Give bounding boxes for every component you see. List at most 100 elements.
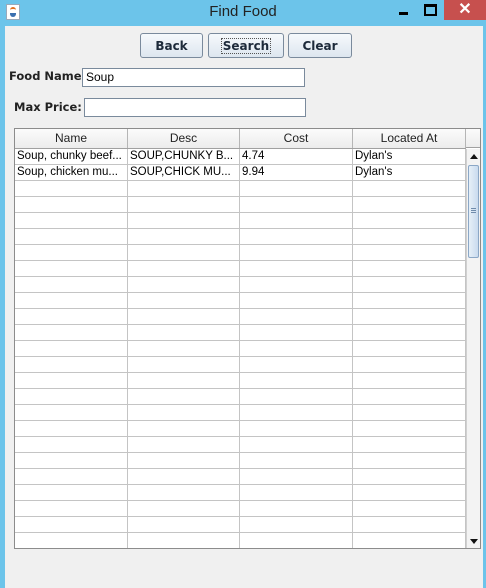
empty-cell[interactable]: [240, 517, 353, 532]
empty-cell[interactable]: [353, 197, 466, 212]
empty-table-row[interactable]: [15, 309, 466, 325]
empty-cell[interactable]: [15, 213, 128, 228]
empty-cell[interactable]: [15, 421, 128, 436]
empty-cell[interactable]: [15, 453, 128, 468]
empty-cell[interactable]: [15, 341, 128, 356]
empty-cell[interactable]: [353, 389, 466, 404]
empty-cell[interactable]: [128, 517, 240, 532]
table-row[interactable]: Soup, chicken mu... SOUP,CHICK MU... 9.9…: [15, 165, 466, 181]
empty-cell[interactable]: [240, 197, 353, 212]
empty-cell[interactable]: [128, 197, 240, 212]
empty-cell[interactable]: [353, 405, 466, 420]
empty-cell[interactable]: [128, 181, 240, 196]
empty-cell[interactable]: [353, 181, 466, 196]
empty-table-row[interactable]: [15, 469, 466, 485]
empty-cell[interactable]: [128, 501, 240, 516]
empty-cell[interactable]: [15, 277, 128, 292]
empty-cell[interactable]: [15, 389, 128, 404]
empty-cell[interactable]: [353, 277, 466, 292]
empty-cell[interactable]: [128, 341, 240, 356]
empty-table-row[interactable]: [15, 341, 466, 357]
empty-table-row[interactable]: [15, 517, 466, 533]
empty-cell[interactable]: [128, 421, 240, 436]
empty-table-row[interactable]: [15, 181, 466, 197]
maximize-button[interactable]: [417, 0, 443, 20]
empty-cell[interactable]: [15, 469, 128, 484]
cell-desc[interactable]: SOUP,CHUNKY B...: [128, 149, 240, 164]
empty-table-row[interactable]: [15, 229, 466, 245]
empty-cell[interactable]: [128, 325, 240, 340]
empty-table-row[interactable]: [15, 485, 466, 501]
cell-desc[interactable]: SOUP,CHICK MU...: [128, 165, 240, 180]
empty-cell[interactable]: [353, 517, 466, 532]
empty-cell[interactable]: [240, 533, 353, 548]
clear-button[interactable]: Clear: [288, 33, 352, 58]
empty-cell[interactable]: [15, 245, 128, 260]
empty-table-row[interactable]: [15, 357, 466, 373]
empty-table-row[interactable]: [15, 389, 466, 405]
empty-cell[interactable]: [128, 533, 240, 548]
empty-table-row[interactable]: [15, 245, 466, 261]
close-button[interactable]: ✕: [444, 0, 486, 20]
empty-cell[interactable]: [353, 437, 466, 452]
empty-cell[interactable]: [240, 245, 353, 260]
empty-cell[interactable]: [240, 213, 353, 228]
empty-table-row[interactable]: [15, 261, 466, 277]
empty-cell[interactable]: [353, 469, 466, 484]
empty-cell[interactable]: [353, 341, 466, 356]
empty-cell[interactable]: [240, 437, 353, 452]
empty-cell[interactable]: [353, 325, 466, 340]
column-header-located-at[interactable]: Located At: [353, 129, 466, 148]
empty-cell[interactable]: [15, 261, 128, 276]
empty-cell[interactable]: [240, 309, 353, 324]
empty-cell[interactable]: [15, 293, 128, 308]
empty-cell[interactable]: [15, 501, 128, 516]
empty-table-row[interactable]: [15, 325, 466, 341]
empty-table-row[interactable]: [15, 501, 466, 517]
empty-cell[interactable]: [128, 373, 240, 388]
empty-cell[interactable]: [15, 485, 128, 500]
cell-cost[interactable]: 9.94: [240, 165, 353, 180]
empty-cell[interactable]: [240, 261, 353, 276]
column-header-name[interactable]: Name: [15, 129, 128, 148]
empty-cell[interactable]: [128, 309, 240, 324]
empty-cell[interactable]: [353, 501, 466, 516]
empty-cell[interactable]: [15, 357, 128, 372]
empty-table-row[interactable]: [15, 277, 466, 293]
empty-cell[interactable]: [15, 197, 128, 212]
empty-cell[interactable]: [128, 437, 240, 452]
empty-cell[interactable]: [15, 517, 128, 532]
empty-cell[interactable]: [128, 213, 240, 228]
cell-name[interactable]: Soup, chunky beef...: [15, 149, 128, 164]
empty-cell[interactable]: [240, 501, 353, 516]
empty-cell[interactable]: [240, 389, 353, 404]
back-button[interactable]: Back: [140, 33, 203, 58]
empty-cell[interactable]: [240, 405, 353, 420]
empty-cell[interactable]: [128, 469, 240, 484]
empty-cell[interactable]: [240, 485, 353, 500]
empty-cell[interactable]: [240, 453, 353, 468]
food-name-input[interactable]: Soup: [82, 68, 305, 87]
cell-name[interactable]: Soup, chicken mu...: [15, 165, 128, 180]
empty-cell[interactable]: [240, 373, 353, 388]
empty-cell[interactable]: [240, 293, 353, 308]
empty-cell[interactable]: [128, 229, 240, 244]
search-button[interactable]: Search: [208, 33, 284, 58]
empty-cell[interactable]: [353, 293, 466, 308]
empty-cell[interactable]: [240, 341, 353, 356]
empty-cell[interactable]: [128, 389, 240, 404]
empty-cell[interactable]: [128, 453, 240, 468]
empty-cell[interactable]: [353, 421, 466, 436]
empty-cell[interactable]: [240, 229, 353, 244]
empty-table-row[interactable]: [15, 373, 466, 389]
empty-table-row[interactable]: [15, 453, 466, 469]
empty-table-row[interactable]: [15, 197, 466, 213]
empty-table-row[interactable]: [15, 421, 466, 437]
empty-cell[interactable]: [240, 469, 353, 484]
empty-cell[interactable]: [15, 309, 128, 324]
column-header-desc[interactable]: Desc: [128, 129, 240, 148]
max-price-input[interactable]: [84, 98, 306, 117]
scroll-up-button[interactable]: [467, 149, 480, 163]
empty-cell[interactable]: [353, 245, 466, 260]
empty-table-row[interactable]: [15, 213, 466, 229]
